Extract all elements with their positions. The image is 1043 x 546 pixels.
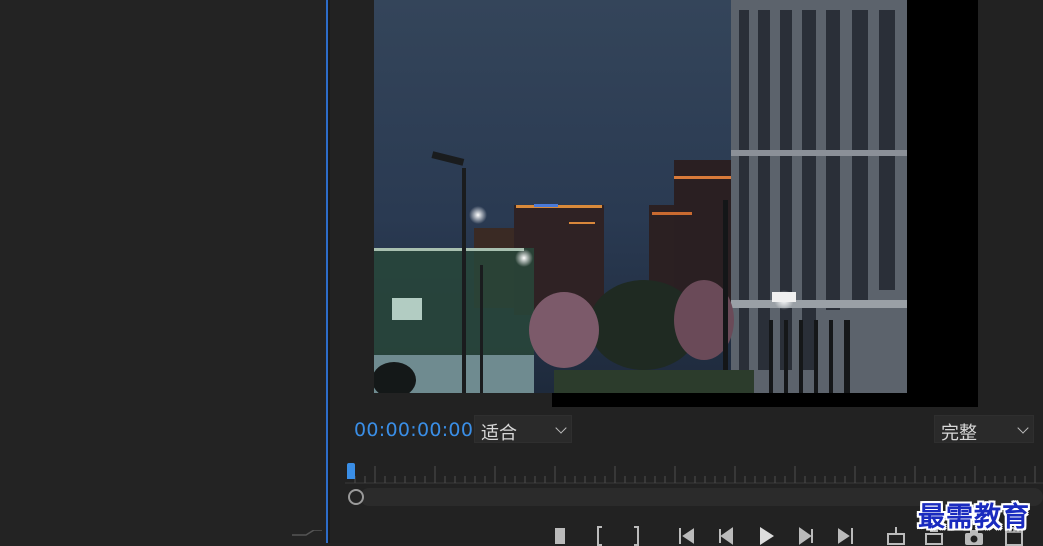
playback-resolution-value: 完整 xyxy=(941,423,977,444)
step-forward-icon[interactable] xyxy=(794,526,818,546)
zoom-level-select[interactable]: 适合 xyxy=(474,415,572,444)
letterbox-bottom xyxy=(552,393,978,407)
watermark-logo: 最需教育 xyxy=(918,502,1030,533)
step-back-icon[interactable] xyxy=(714,526,738,546)
go-to-out-icon[interactable] xyxy=(834,526,858,546)
playhead-handle[interactable] xyxy=(347,463,355,479)
lift-icon[interactable] xyxy=(884,526,908,546)
panel-resize-grip[interactable] xyxy=(292,530,322,536)
mark-in-icon[interactable] xyxy=(588,526,612,546)
time-ruler[interactable] xyxy=(345,462,1043,484)
playback-resolution-select[interactable]: 完整 xyxy=(934,415,1034,444)
zoom-scroll-handle[interactable] xyxy=(348,489,364,505)
mark-out-icon[interactable] xyxy=(624,526,648,546)
chevron-down-icon xyxy=(555,422,567,434)
add-marker-icon[interactable] xyxy=(548,526,572,546)
night-city-video-frame xyxy=(374,0,907,393)
zoom-level-value: 适合 xyxy=(481,423,517,444)
chevron-down-icon xyxy=(1017,422,1029,434)
project-panel xyxy=(0,0,326,543)
go-to-in-icon[interactable] xyxy=(674,526,698,546)
play-icon[interactable] xyxy=(754,526,778,546)
monitor-controls-row: 00:00:00:00 适合 完整 xyxy=(330,412,1043,446)
playhead-timecode[interactable]: 00:00:00:00 xyxy=(354,419,473,441)
video-preview[interactable] xyxy=(374,0,907,393)
letterbox-right xyxy=(907,0,978,407)
